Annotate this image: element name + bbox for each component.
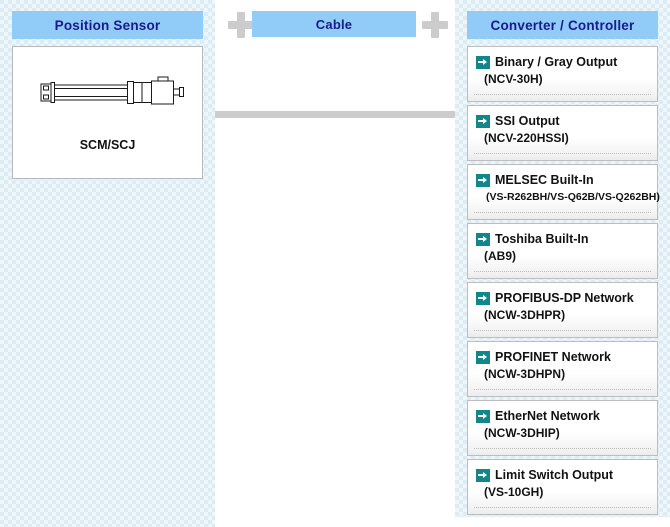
plus-left-icon [228, 12, 254, 38]
converter-item-title: SSI Output [495, 114, 560, 128]
converter-item-model: (NCW-3DHPN) [484, 367, 566, 381]
converter-item-card[interactable]: Limit Switch Output (VS-10GH) [467, 459, 658, 515]
arrow-right-icon [476, 114, 490, 128]
converter-item-title-row: Limit Switch Output [476, 468, 651, 482]
position-sensor-card[interactable]: SCM/SCJ [12, 46, 203, 179]
converter-item-title-row: EtherNet Network [476, 409, 651, 423]
arrow-right-icon [476, 468, 490, 482]
converter-item-title-row: MELSEC Built-In [476, 173, 651, 187]
cable-header: Cable [252, 11, 416, 37]
converter-item-model: (AB9) [484, 249, 516, 263]
arrow-right-icon [476, 291, 490, 305]
converter-item-title: PROFIBUS-DP Network [495, 291, 634, 305]
converter-item-model: (NCW-3DHPR) [484, 308, 566, 322]
position-sensor-header: Position Sensor [12, 11, 203, 39]
converter-controller-header: Converter / Controller [467, 11, 658, 39]
converter-item-model: (NCV-30H) [484, 72, 543, 86]
linear-position-sensor-cylinder-icon [40, 76, 184, 105]
converter-item-card[interactable]: PROFIBUS-DP Network (NCW-3DHPR) [467, 282, 658, 338]
sensor-model-label: SCM/SCJ [79, 138, 136, 152]
converter-item-title: MELSEC Built-In [495, 173, 594, 187]
converter-item-card[interactable]: PROFINET Network (NCW-3DHPN) [467, 341, 658, 397]
converter-item-title-row: SSI Output [476, 114, 651, 128]
converter-item-title-row: PROFINET Network [476, 350, 651, 364]
converter-item-card[interactable]: SSI Output (NCV-220HSSI) [467, 105, 658, 161]
converter-item-title-row: Toshiba Built-In [476, 232, 651, 246]
converter-item-title: PROFINET Network [495, 350, 611, 364]
converter-item-model: (NCW-3DHIP) [484, 426, 560, 440]
converter-item-title-row: Binary / Gray Output [476, 55, 651, 69]
cable-connector-line [215, 111, 456, 118]
arrow-right-icon [476, 350, 490, 364]
arrow-right-icon [476, 232, 490, 246]
converter-item-card[interactable]: Toshiba Built-In (AB9) [467, 223, 658, 279]
converter-item-card[interactable]: EtherNet Network (NCW-3DHIP) [467, 400, 658, 456]
converter-item-title: Binary / Gray Output [495, 55, 618, 69]
arrow-right-icon [476, 55, 490, 69]
arrow-right-icon [476, 173, 490, 187]
converter-item-model: (NCV-220HSSI) [484, 131, 569, 145]
converter-item-title: Limit Switch Output [495, 468, 614, 482]
plus-right-icon [422, 12, 448, 38]
product-selection-diagram: Position Sensor SCM/SCJ Cable Converter … [0, 0, 670, 527]
arrow-right-icon [476, 409, 490, 423]
converter-item-card[interactable]: MELSEC Built-In (VS-R262BH/VS-Q62B/VS-Q26… [467, 164, 660, 220]
converter-item-title: Toshiba Built-In [495, 232, 589, 246]
converter-item-model: (VS-10GH) [484, 485, 544, 499]
converter-item-model: (VS-R262BH/VS-Q62B/VS-Q262BH) [486, 191, 660, 203]
converter-item-title: EtherNet Network [495, 409, 600, 423]
converter-item-card[interactable]: Binary / Gray Output (NCV-30H) [467, 46, 658, 102]
converter-item-title-row: PROFIBUS-DP Network [476, 291, 651, 305]
